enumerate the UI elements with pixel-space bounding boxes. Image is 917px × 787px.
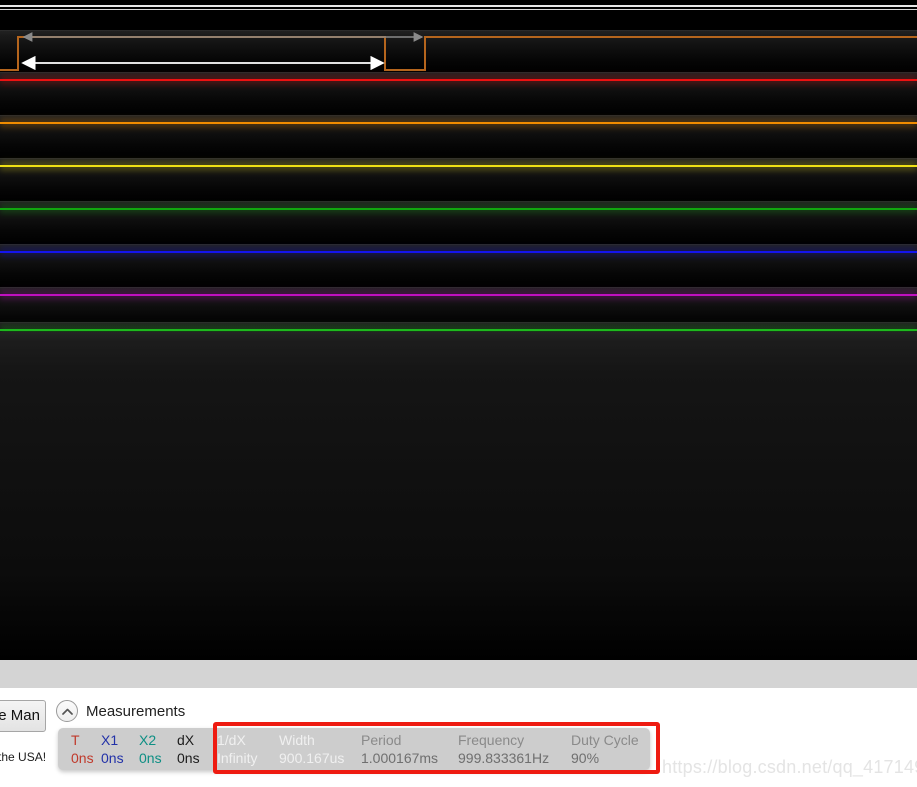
lane-separator-7 — [0, 322, 917, 323]
measurements-title: Measurements — [86, 702, 186, 720]
signal-line-channel-3[interactable] — [0, 165, 917, 167]
measurement-col-width[interactable]: Width 900.167us — [272, 728, 354, 770]
signal-line-channel-7[interactable] — [0, 329, 917, 331]
footer-note: n the USA! — [0, 750, 47, 764]
measurements-header[interactable]: Measurements — [56, 700, 185, 722]
measurement-label-inv_dx: 1/dX — [217, 731, 246, 748]
signal-line-channel-2[interactable] — [0, 122, 917, 124]
measurement-col-x1[interactable]: X1 0ns — [94, 728, 132, 770]
measurement-label-t: T — [71, 731, 80, 748]
measurement-col-inv_dx[interactable]: 1/dX Infinity — [210, 728, 272, 770]
measurement-col-duty_cycle[interactable]: Duty Cycle 90% — [564, 728, 650, 770]
measurement-col-t[interactable]: T 0ns — [64, 728, 94, 770]
measurement-value-width: 900.167us — [279, 749, 345, 766]
display-top-rule-secondary — [0, 9, 917, 10]
toolbar-band — [0, 660, 917, 688]
lane-separator-5 — [0, 244, 917, 245]
measurement-value-x2: 0ns — [139, 749, 162, 766]
waveform-display[interactable] — [0, 0, 917, 660]
measurement-strip[interactable]: T 0ns X1 0ns X2 0ns dX 0ns 1/dX Infinity Width 900.… — [58, 728, 650, 770]
measurement-label-width: Width — [279, 731, 315, 748]
lane-separator-4 — [0, 201, 917, 202]
lane-separator-2 — [0, 115, 917, 116]
chevron-up-icon[interactable] — [56, 700, 78, 722]
measurement-col-period[interactable]: Period 1.000167ms — [354, 728, 451, 770]
signal-line-channel-6[interactable] — [0, 294, 917, 296]
signal-line-channel-5[interactable] — [0, 251, 917, 253]
measurement-value-inv_dx: Infinity — [217, 749, 258, 766]
lane-separator-3 — [0, 158, 917, 159]
measurement-value-t: 0ns — [71, 749, 94, 766]
lane-separator-6 — [0, 287, 917, 288]
measurement-label-duty_cycle: Duty Cycle — [571, 731, 639, 748]
measurement-markers[interactable] — [0, 26, 917, 76]
waveform-empty-area[interactable] — [0, 332, 917, 660]
signal-line-channel-4[interactable] — [0, 208, 917, 210]
measurement-value-frequency: 999.833361Hz — [458, 749, 550, 766]
measurement-value-period: 1.000167ms — [361, 749, 439, 766]
watermark-text: https://blog.csdn.net/qq_41714908 — [662, 757, 917, 777]
measurement-value-duty_cycle: 90% — [571, 749, 600, 766]
measurement-label-dx: dX — [177, 731, 195, 748]
measurement-value-dx: 0ns — [177, 749, 200, 766]
display-top-rule — [0, 5, 917, 7]
measurement-label-frequency: Frequency — [458, 731, 525, 748]
measurement-label-x2: X2 — [139, 731, 157, 748]
measurement-col-x2[interactable]: X2 0ns — [132, 728, 170, 770]
measurement-col-dx[interactable]: dX 0ns — [170, 728, 210, 770]
measurement-label-x1: X1 — [101, 731, 119, 748]
measurement-value-x1: 0ns — [101, 749, 124, 766]
measurement-col-frequency[interactable]: Frequency 999.833361Hz — [451, 728, 564, 770]
measurement-label-period: Period — [361, 731, 402, 748]
mode-button[interactable]: e Man — [0, 700, 46, 732]
